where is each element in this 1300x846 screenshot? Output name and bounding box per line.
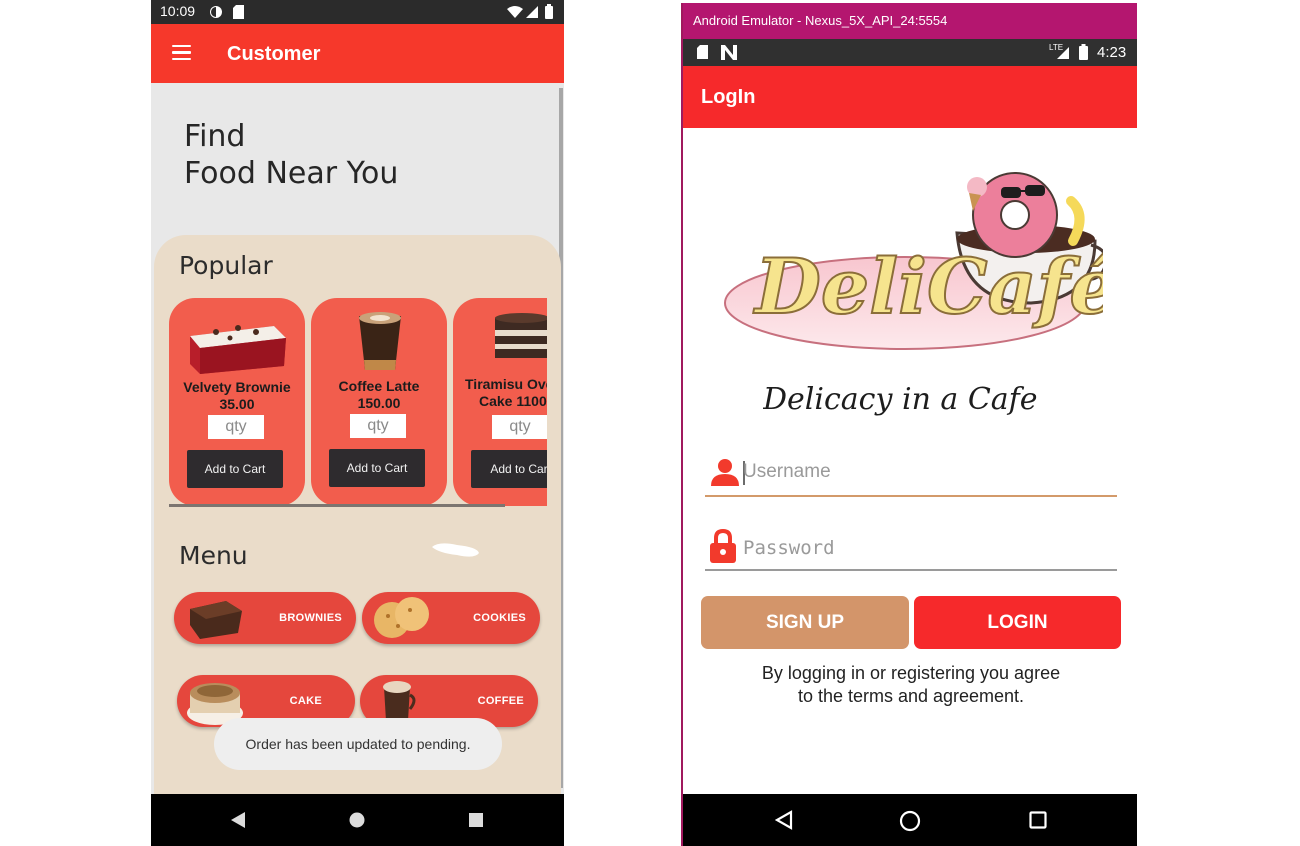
lock-icon	[710, 529, 736, 563]
home-icon[interactable]	[349, 812, 365, 828]
tiramisu-image	[495, 313, 547, 358]
logo-brand-text: DeliCafé	[753, 242, 1103, 331]
status-time: 10:09	[160, 3, 196, 19]
product-name-line-2: Cake 1100	[479, 393, 547, 409]
sd-card-icon	[233, 5, 244, 19]
latte-image	[359, 312, 401, 370]
product-price: 35.00	[219, 396, 255, 412]
password-input[interactable]: Password	[743, 537, 835, 559]
battery-icon	[1079, 44, 1088, 60]
product-name: Velvety Brownie	[183, 379, 291, 395]
cookies-image	[374, 597, 429, 638]
add-to-cart-button[interactable]: Add to Cart	[187, 450, 283, 488]
nfc-icon	[721, 45, 737, 60]
login-button[interactable]: LOGIN	[914, 596, 1121, 649]
popular-card[interactable]: Velvety Brownie 35.00 qty Add to Cart	[169, 298, 305, 506]
signal-icon	[1057, 47, 1069, 59]
terms-line-2: to the terms and agreement.	[797, 686, 1025, 706]
username-underline	[705, 495, 1117, 497]
sd-card-icon	[697, 45, 708, 59]
delicafe-logo: DeliCafé	[724, 172, 1103, 350]
back-icon[interactable]	[775, 810, 793, 830]
emulator-title-bar: Android Emulator - Nexus_5X_API_24:5554	[683, 3, 1137, 39]
signal-icon	[526, 6, 538, 18]
navigation-bar	[683, 794, 1137, 846]
home-icon[interactable]	[899, 810, 921, 832]
sign-up-button[interactable]: SIGN UP	[701, 596, 909, 649]
terms-text: By logging in or registering you agree t…	[723, 662, 1099, 708]
horizontal-scrollbar[interactable]	[169, 504, 505, 507]
customer-screen: 10:09 Customer Find Food Near You Popula…	[151, 0, 564, 846]
popular-card[interactable]: Coffee Latte 150.00 qty Add to Cart	[311, 298, 447, 506]
status-bar: LTE 4:23	[683, 39, 1137, 66]
app-bar: LogIn	[683, 66, 1137, 128]
brownie-image	[190, 325, 286, 374]
product-price: 150.00	[357, 395, 401, 411]
tagline-text: Delicacy in a Cafe	[763, 382, 1038, 417]
recents-icon[interactable]	[469, 813, 483, 827]
popular-list[interactable]: Velvety Brownie 35.00 qty Add to Cart Co…	[169, 298, 547, 510]
app-bar-title: Customer	[227, 43, 321, 65]
add-to-cart-button[interactable]: Add to Car	[471, 450, 547, 488]
password-underline	[705, 569, 1117, 571]
login-screen: Android Emulator - Nexus_5X_API_24:5554 …	[681, 3, 1137, 846]
add-to-cart-button[interactable]: Add to Cart	[329, 449, 425, 487]
toast-message: Order has been updated to pending.	[214, 718, 502, 770]
product-name: Coffee Latte	[338, 378, 420, 394]
popular-title: Popular	[179, 251, 273, 280]
hero-line-1: Find	[184, 119, 246, 154]
status-bar: 10:09	[151, 0, 564, 24]
sync-icon	[210, 6, 222, 18]
menu-item-cookies[interactable]: COOKIES	[362, 592, 540, 644]
qty-input[interactable]: qty	[350, 414, 406, 438]
qty-input[interactable]: qty	[492, 415, 547, 439]
content-area: Find Food Near You Popular Velvety Brown…	[151, 83, 564, 846]
back-icon[interactable]	[231, 812, 245, 828]
menu-title: Menu	[179, 541, 248, 570]
terms-line-1: By logging in or registering you agree	[761, 663, 1061, 683]
menu-item-label: COOKIES	[473, 612, 526, 624]
battery-icon	[545, 4, 553, 19]
brownies-image	[190, 601, 242, 639]
user-icon	[711, 459, 739, 486]
hamburger-icon[interactable]	[172, 45, 191, 64]
recents-icon[interactable]	[1029, 811, 1047, 829]
tagline: Delicacy in a Cafe	[763, 382, 1038, 417]
app-bar-title: LogIn	[701, 86, 756, 108]
status-time: 4:23	[1097, 44, 1127, 61]
hero-line-2: Food Near You	[184, 156, 399, 191]
popular-card[interactable]: Tiramisu Ove Cake 1100 qty Add to Car	[453, 298, 547, 506]
wifi-icon	[507, 6, 523, 18]
qty-input[interactable]: qty	[208, 415, 264, 439]
navigation-bar	[151, 794, 564, 846]
menu-item-label: BROWNIES	[279, 612, 342, 624]
hero-title: Find Food Near You	[184, 118, 398, 192]
decorative-smudge	[432, 543, 479, 557]
product-name: Tiramisu Ove	[465, 376, 547, 392]
menu-item-brownies[interactable]: BROWNIES	[174, 592, 356, 644]
username-input[interactable]: Username	[743, 461, 831, 483]
app-bar: Customer	[151, 24, 564, 83]
